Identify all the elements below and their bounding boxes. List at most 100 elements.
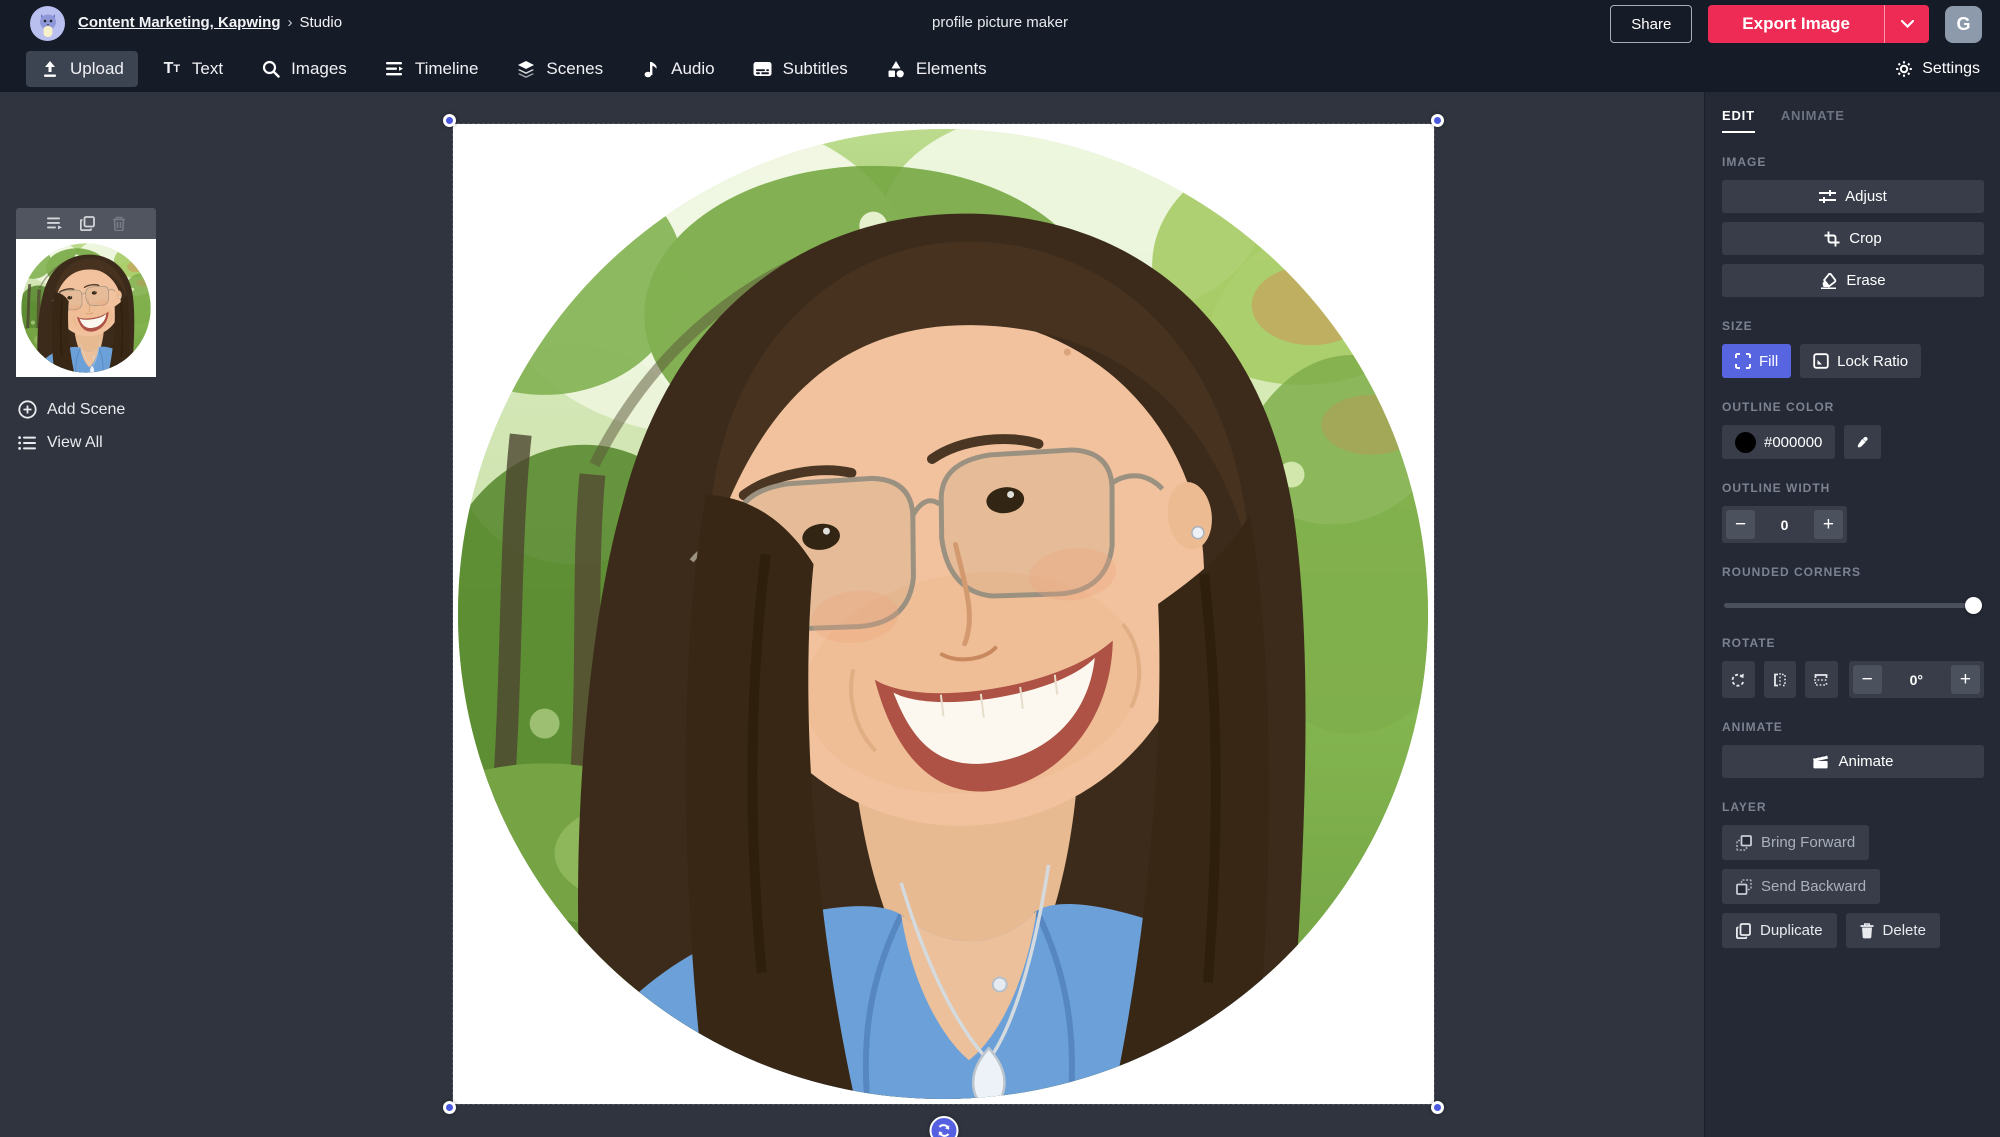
resize-handle-top-left[interactable] — [443, 114, 456, 127]
add-scene-plus-icon — [18, 400, 37, 419]
canvas-image[interactable] — [455, 126, 1431, 1102]
tab-animate[interactable]: ANIMATE — [1781, 108, 1845, 133]
settings-button[interactable]: Settings — [1895, 46, 1980, 92]
rotate-stepper: − 0° + — [1849, 661, 1984, 698]
duplicate-icon — [1736, 923, 1751, 939]
bring-forward-button[interactable]: Bring Forward — [1722, 825, 1869, 860]
reorder-scene-icon[interactable] — [47, 217, 63, 230]
rotate-increase-button[interactable]: + — [1951, 665, 1980, 694]
flip-horizontal-button[interactable] — [1764, 661, 1797, 698]
account-avatar[interactable]: G — [1945, 6, 1982, 43]
fill-button[interactable]: Fill — [1722, 344, 1791, 378]
outline-color-value: #000000 — [1764, 434, 1822, 451]
resize-handle-bottom-left[interactable] — [443, 1101, 456, 1114]
image-section-label: IMAGE — [1722, 155, 1984, 169]
toolbar-item-label: Scenes — [546, 59, 603, 79]
rounded-corners-slider[interactable] — [1724, 597, 1982, 614]
color-swatch — [1735, 432, 1756, 453]
export-image-button[interactable]: Export Image — [1708, 5, 1929, 43]
outline-width-section-label: OUTLINE WIDTH — [1722, 481, 1984, 495]
flip-vertical-button[interactable] — [1805, 661, 1838, 698]
add-scene-label: Add Scene — [47, 401, 125, 419]
lock-ratio-label: Lock Ratio — [1837, 353, 1908, 370]
rotate-handle[interactable] — [929, 1116, 958, 1137]
bring-forward-label: Bring Forward — [1761, 834, 1855, 851]
scene-thumbnail-image — [21, 243, 151, 373]
settings-label: Settings — [1922, 60, 1980, 78]
toolbar-item-timeline[interactable]: Timeline — [371, 51, 493, 87]
rotate-value: 0° — [1910, 672, 1923, 688]
gear-icon — [1895, 60, 1913, 78]
view-all-button[interactable]: View All — [18, 434, 103, 452]
fill-expand-icon — [1735, 353, 1751, 369]
slider-track[interactable] — [1724, 603, 1982, 608]
canvas[interactable] — [453, 124, 1434, 1104]
toolbar-item-label: Audio — [671, 59, 714, 79]
outline-width-value: 0 — [1781, 517, 1789, 533]
toolbar-item-audio[interactable]: Audio — [627, 51, 728, 87]
outline-width-increase-button[interactable]: + — [1814, 510, 1843, 539]
text-icon: TT — [162, 59, 182, 79]
adjust-button[interactable]: Adjust — [1722, 180, 1984, 213]
layer-section-label: LAYER — [1722, 800, 1984, 814]
toolbar-item-label: Elements — [916, 59, 987, 79]
view-all-label: View All — [47, 434, 103, 452]
toolbar-item-scenes[interactable]: Scenes — [502, 51, 617, 87]
lock-ratio-button[interactable]: Lock Ratio — [1800, 344, 1921, 378]
add-scene-button[interactable]: Add Scene — [18, 400, 125, 419]
toolbar-item-text[interactable]: TT Text — [148, 51, 237, 87]
tab-edit[interactable]: EDIT — [1722, 108, 1755, 133]
toolbar-item-elements[interactable]: Elements — [872, 51, 1001, 87]
rotate-90-button[interactable] — [1722, 661, 1755, 698]
animate-label: Animate — [1838, 753, 1893, 770]
bring-forward-icon — [1736, 835, 1752, 851]
fill-label: Fill — [1759, 353, 1778, 370]
toolbar-item-upload[interactable]: Upload — [26, 51, 138, 87]
send-backward-button[interactable]: Send Backward — [1722, 869, 1880, 904]
slider-thumb[interactable] — [1965, 597, 1982, 614]
delete-label: Delete — [1883, 922, 1926, 939]
outline-color-swatch-button[interactable]: #000000 — [1722, 425, 1835, 459]
animate-button[interactable]: Animate — [1722, 745, 1984, 778]
main-toolbar: Upload TT Text Images Timeline Scenes Au… — [0, 46, 2000, 92]
trash-icon — [1860, 923, 1874, 939]
resize-handle-top-right[interactable] — [1431, 114, 1444, 127]
send-backward-icon — [1736, 879, 1752, 895]
send-backward-label: Send Backward — [1761, 878, 1866, 895]
crop-button[interactable]: Crop — [1722, 222, 1984, 255]
duplicate-button[interactable]: Duplicate — [1722, 913, 1837, 948]
clapperboard-icon — [1812, 754, 1829, 769]
toolbar-item-label: Upload — [70, 59, 124, 79]
outline-width-decrease-button[interactable]: − — [1726, 510, 1755, 539]
search-icon — [261, 59, 281, 79]
lock-ratio-icon — [1813, 353, 1829, 369]
eraser-icon — [1820, 273, 1837, 289]
erase-button[interactable]: Erase — [1722, 264, 1984, 297]
scene-thumbnail[interactable] — [16, 239, 156, 377]
edit-inspector-panel: EDIT ANIMATE IMAGE Adjust Crop Erase SIZ… — [1704, 92, 2000, 1137]
rotate-cw-icon — [1730, 672, 1746, 688]
delete-button[interactable]: Delete — [1846, 913, 1940, 948]
adjust-sliders-icon — [1819, 189, 1836, 204]
canvas-workspace[interactable]: Add Scene View All — [0, 92, 1704, 1137]
eyedropper-button[interactable] — [1844, 425, 1881, 459]
toolbar-item-images[interactable]: Images — [247, 51, 361, 87]
flip-vertical-icon — [1813, 672, 1829, 688]
inspector-tabs: EDIT ANIMATE — [1722, 108, 1984, 133]
view-all-list-icon — [18, 435, 37, 451]
share-button[interactable]: Share — [1610, 5, 1692, 43]
delete-scene-icon[interactable] — [112, 216, 126, 231]
rotate-decrease-button[interactable]: − — [1853, 665, 1882, 694]
toolbar-item-subtitles[interactable]: Subtitles — [739, 51, 862, 87]
export-options-dropdown[interactable] — [1884, 5, 1929, 43]
eyedropper-icon — [1857, 434, 1868, 450]
timeline-icon — [385, 59, 405, 79]
scene-card — [16, 208, 156, 377]
crop-label: Crop — [1849, 230, 1882, 247]
export-image-label[interactable]: Export Image — [1708, 5, 1884, 43]
rotate-section-label: ROTATE — [1722, 636, 1984, 650]
flip-horizontal-icon — [1772, 672, 1788, 688]
duplicate-scene-icon[interactable] — [80, 216, 95, 231]
resize-handle-bottom-right[interactable] — [1431, 1101, 1444, 1114]
toolbar-item-label: Timeline — [415, 59, 479, 79]
